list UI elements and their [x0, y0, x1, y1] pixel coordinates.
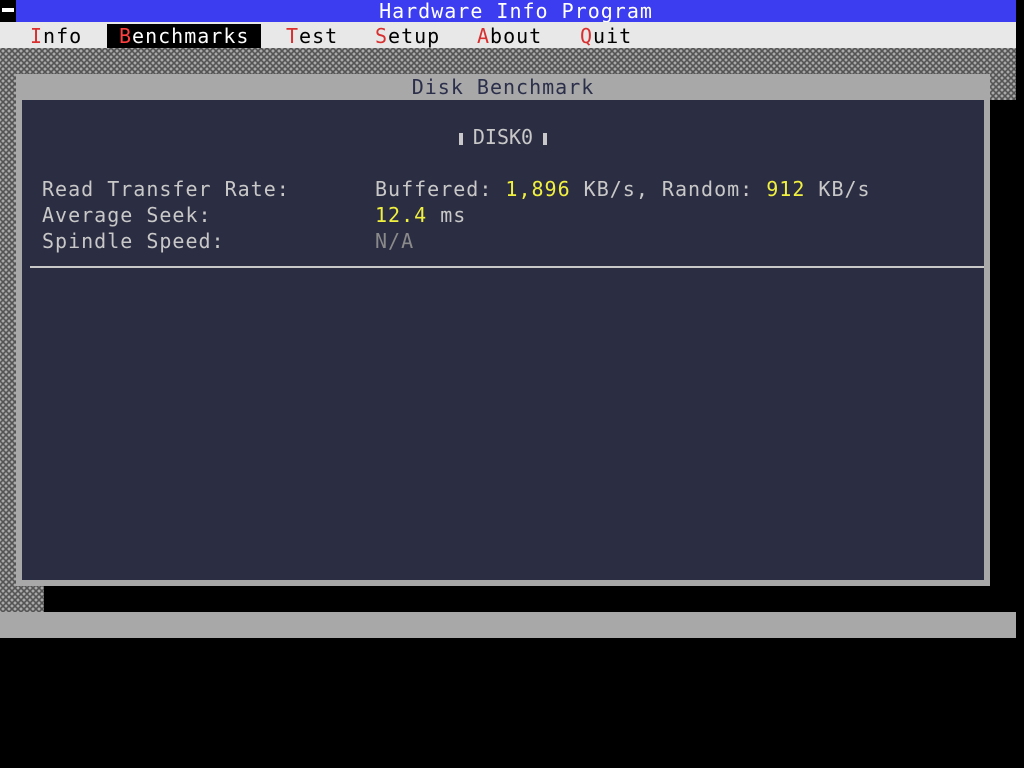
status-bar: [0, 612, 1016, 638]
buffered-unit: KB/s, Random:: [570, 177, 767, 201]
menu-info[interactable]: Info: [18, 24, 94, 48]
menu-about-label: bout: [490, 24, 543, 48]
menu-test[interactable]: Test: [274, 24, 350, 48]
menu-quit[interactable]: Quit: [568, 24, 644, 48]
app-title: Hardware Info Program: [379, 0, 653, 23]
spindle-speed-label: Spindle Speed:: [42, 229, 225, 253]
seek-unit: ms: [427, 203, 467, 227]
average-seek-value: 12.4 ms: [375, 202, 466, 228]
menu-info-hotkey: I: [30, 24, 44, 48]
section-divider: [30, 266, 984, 268]
block-right-icon: [543, 132, 548, 145]
menu-about-hotkey: A: [477, 24, 491, 48]
menu-benchmarks[interactable]: Benchmarks: [107, 24, 262, 48]
menu-benchmarks-label: enchmarks: [132, 24, 250, 48]
buffered-value: 1,896: [505, 177, 571, 201]
average-seek-label: Average Seek:: [42, 203, 212, 227]
seek-value: 12.4: [375, 203, 428, 227]
buffered-label: Buffered:: [375, 177, 506, 201]
menu-setup-hotkey: S: [375, 24, 389, 48]
system-menu-icon: [2, 8, 14, 12]
disk-header: DISK0: [22, 124, 984, 150]
menu-test-label: est: [299, 24, 339, 48]
menu-test-hotkey: T: [286, 24, 300, 48]
menu-benchmarks-hotkey: B: [119, 24, 133, 48]
read-transfer-label: Read Transfer Rate:: [42, 177, 290, 201]
menu-quit-label: uit: [593, 24, 633, 48]
spindle-speed-value: N/A: [375, 229, 415, 253]
screen-edge: [1016, 0, 1024, 768]
menu-about[interactable]: About: [465, 24, 554, 48]
menu-quit-hotkey: Q: [580, 24, 594, 48]
random-unit: KB/s: [805, 177, 871, 201]
disk-name: DISK0: [472, 125, 534, 149]
window-body: [22, 100, 984, 580]
random-value: 912: [766, 177, 806, 201]
window-title: Disk Benchmark: [411, 75, 595, 99]
read-transfer-value: Buffered: 1,896 KB/s, Random: 912 KB/s: [375, 176, 871, 202]
menu-info-label: nfo: [43, 24, 83, 48]
menu-setup[interactable]: Setup: [363, 24, 452, 48]
desktop-shadow-strip: [44, 586, 1016, 612]
block-left-icon: [458, 132, 463, 145]
menu-setup-label: etup: [388, 24, 441, 48]
window-shadow: [990, 100, 1016, 586]
